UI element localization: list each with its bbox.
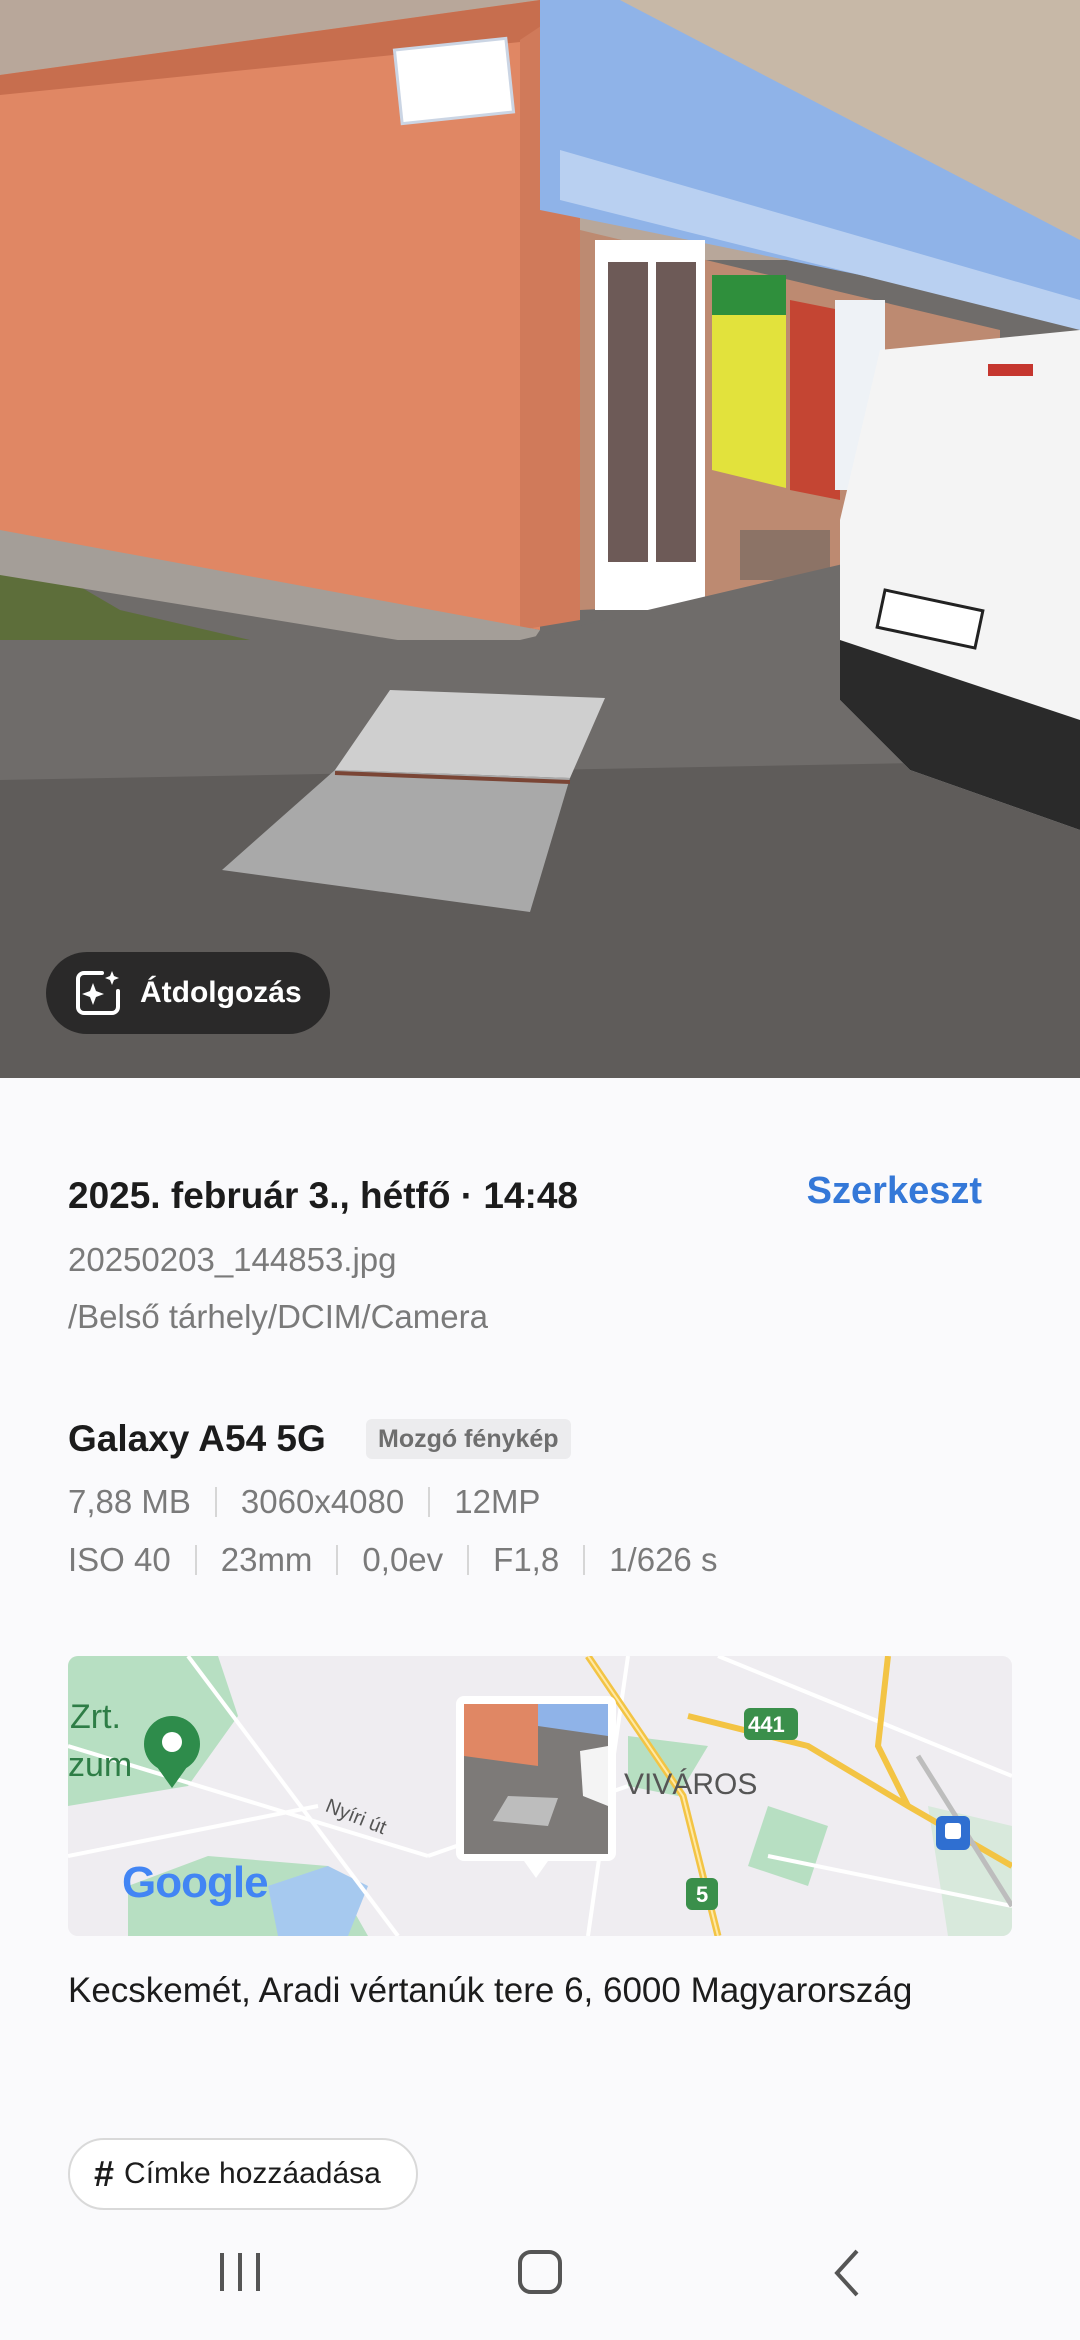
route-5-label: 5 [696, 1882, 709, 1907]
motion-photo-badge: Mozgó fénykép [366, 1419, 571, 1459]
file-specs-row: 7,88 MB 3060x4080 12MP [68, 1483, 540, 1521]
back-button[interactable] [805, 2243, 885, 2303]
edit-details-button[interactable]: Szerkeszt [807, 1170, 982, 1213]
remaster-button[interactable]: Átdolgozás [46, 952, 330, 1034]
spec-divider [467, 1545, 470, 1575]
location-address: Kecskemét, Aradi vértanúk tere 6, 6000 M… [68, 1971, 913, 2010]
spec-divider [214, 1487, 217, 1517]
back-icon [834, 2249, 859, 2297]
remaster-label: Átdolgozás [140, 976, 302, 1009]
map-place-label-2: zum [68, 1746, 133, 1784]
device-name: Galaxy A54 5G [68, 1418, 326, 1459]
details-panel: 2025. február 3., hétfő · 14:48 Szerkesz… [0, 1078, 1080, 2213]
location-map[interactable]: Zrt. zum Nyíri út VIVÁROS 441 5 Google [68, 1656, 1012, 1936]
map-place-label-1: Zrt. [70, 1698, 121, 1736]
spec-divider [428, 1487, 431, 1517]
route-441-label: 441 [748, 1712, 785, 1737]
sparkle-frame-icon [72, 967, 124, 1019]
resolution: 3060x4080 [240, 1483, 405, 1520]
photo-viewer[interactable]: Átdolgozás [0, 0, 1080, 1078]
iso-value: ISO 40 [68, 1541, 171, 1578]
recents-button[interactable] [200, 2243, 280, 2303]
add-tag-label: Címke hozzáadása [124, 2157, 381, 2190]
spec-divider [194, 1545, 197, 1575]
focal-length: 23mm [220, 1541, 313, 1578]
map-district-label: VIVÁROS [624, 1768, 758, 1801]
megapixels: 12MP [454, 1483, 541, 1520]
shutter-speed: 1/626 s [609, 1541, 718, 1578]
home-button[interactable] [500, 2243, 580, 2303]
photo-image [0, 0, 1080, 1078]
hashtag-icon: # [94, 2153, 115, 2194]
file-path: /Belső tárhely/DCIM/Camera [68, 1298, 488, 1335]
navigation-bar [0, 2213, 1080, 2340]
aperture: F1,8 [493, 1541, 560, 1578]
exposure-value: 0,0ev [362, 1541, 444, 1578]
photo-datetime: 2025. február 3., hétfő · 14:48 [68, 1175, 578, 1216]
home-icon [518, 2250, 562, 2294]
recents-icon [220, 2253, 260, 2291]
camera-specs-row: ISO 40 23mm 0,0ev F1,8 1/626 s [68, 1541, 717, 1579]
google-logo: Google [122, 1858, 269, 1907]
add-tag-button[interactable]: # Címke hozzáadása [68, 2138, 418, 2210]
spec-divider [583, 1545, 586, 1575]
file-size: 7,88 MB [68, 1483, 191, 1520]
file-name: 20250203_144853.jpg [68, 1241, 397, 1278]
spec-divider [336, 1545, 339, 1575]
